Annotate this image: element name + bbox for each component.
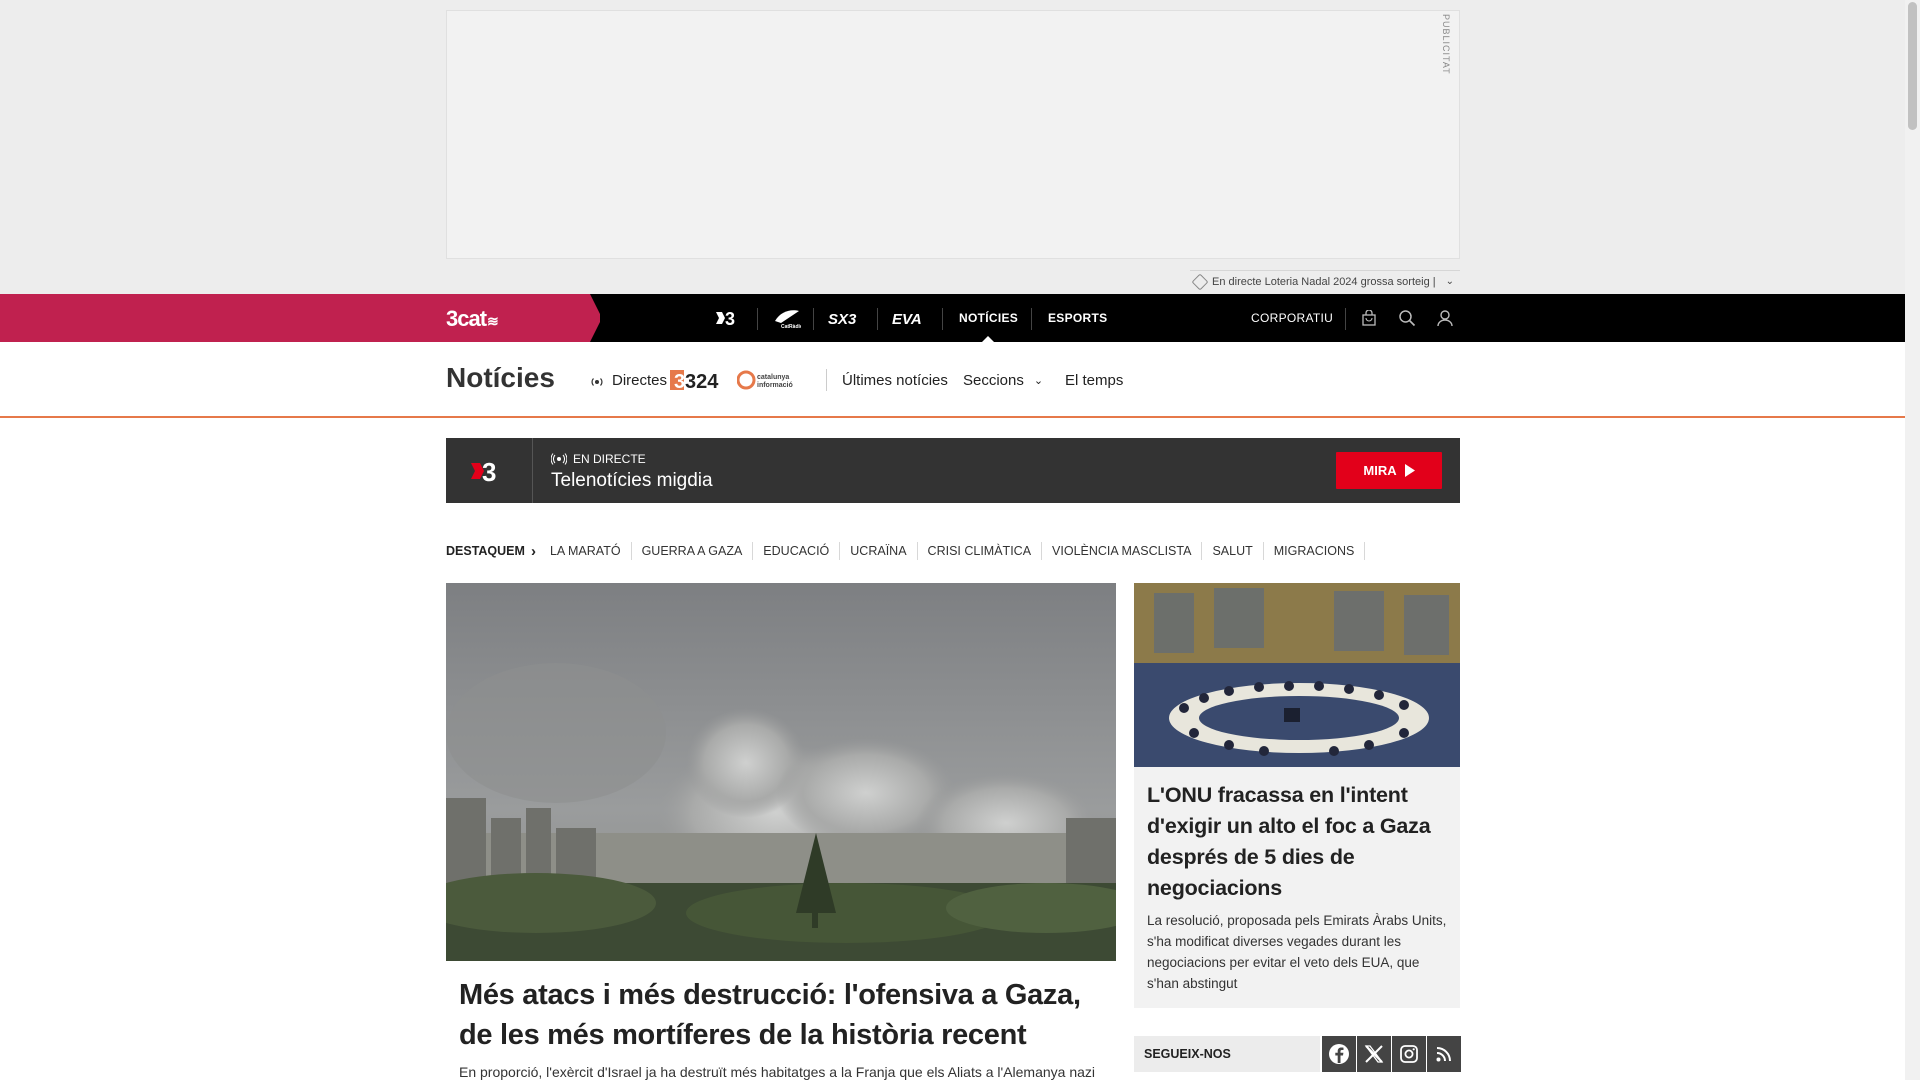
mira-button[interactable]: MIRA xyxy=(1336,452,1442,489)
topic-la-marato[interactable]: LA MARATÓ xyxy=(540,542,632,560)
svg-text:3: 3 xyxy=(725,309,735,328)
side-story-card[interactable]: L'ONU fracassa en l'intent d'exigir un a… xyxy=(1134,583,1460,1008)
side-story-image[interactable] xyxy=(1134,583,1460,767)
nav-corporatiu[interactable]: CORPORATIU xyxy=(1251,294,1333,342)
nav-divider xyxy=(813,308,814,330)
section-header: Notícies Directes 3 324 catalunya inform… xyxy=(0,342,1905,418)
destaquem-label: DESTAQUEM xyxy=(446,544,525,558)
svg-text:3: 3 xyxy=(674,371,685,392)
rss-icon[interactable] xyxy=(1427,1036,1461,1072)
catalunya-informacio-logo[interactable]: catalunya informació xyxy=(737,369,807,391)
ad-slot[interactable] xyxy=(446,10,1460,259)
main-story-title[interactable]: Més atacs i més destrucció: l'ofensiva a… xyxy=(459,975,1099,1055)
nav-esports[interactable]: ESPORTS xyxy=(1048,294,1107,342)
topic-migracions[interactable]: MIGRACIONS xyxy=(1264,542,1366,560)
live-broadcast-icon xyxy=(591,378,603,386)
advertisement-area: PUBLICITAT En directe Loteria Nadal 2024… xyxy=(0,0,1905,294)
topic-educacio[interactable]: EDUCACIÓ xyxy=(753,542,841,560)
side-story-lead: La resolució, proposada pels Emirats Àra… xyxy=(1147,913,1447,991)
nav-divider xyxy=(877,308,878,330)
brand-name: 3cat xyxy=(446,306,487,331)
ad-label: PUBLICITAT xyxy=(1441,14,1451,75)
324-logo[interactable]: 3 324 xyxy=(670,368,722,392)
324-logo-text: 324 xyxy=(685,371,719,392)
shopping-bag-icon[interactable] xyxy=(1358,307,1380,329)
seccions-dropdown[interactable]: Seccions ⌄ xyxy=(963,372,1043,389)
live-program-title[interactable]: Telenotícies migdia xyxy=(551,470,713,492)
nav-divider xyxy=(942,308,943,330)
catradio-logo[interactable]: CatRàdio xyxy=(770,294,804,342)
ultimes-noticies-link[interactable]: Últimes notícies xyxy=(842,372,948,389)
svg-text:SX3: SX3 xyxy=(828,311,857,327)
channel-3-logo: 3 xyxy=(446,438,533,503)
svg-text:CatRàdio: CatRàdio xyxy=(781,324,801,329)
user-icon[interactable] xyxy=(1434,307,1456,329)
eva-icon: EVA xyxy=(892,311,922,327)
svg-text:informació: informació xyxy=(757,382,793,389)
tag-icon xyxy=(1191,273,1209,290)
topic-ucraina[interactable]: UCRAÏNA xyxy=(840,542,918,560)
chevron-down-icon[interactable]: ⌄ xyxy=(1446,276,1454,287)
catradio-icon: CatRàdio xyxy=(775,310,801,329)
brand-wave-icon: ≋ xyxy=(487,313,499,329)
destaquem-topics-bar: DESTAQUEM › LA MARATÓ GUERRA A GAZA EDUC… xyxy=(446,542,1366,560)
play-icon xyxy=(1404,464,1415,477)
main-story-lead: En proporció, l'exèrcit d'Israel ja ha d… xyxy=(459,1064,1096,1080)
live-tag-text: EN DIRECTE xyxy=(573,452,646,466)
eva-logo[interactable]: EVA xyxy=(890,294,930,342)
svg-text:3: 3 xyxy=(482,457,496,485)
side-story-title[interactable]: L'ONU fracassa en l'intent d'exigir un a… xyxy=(1147,780,1447,904)
page-scrollbar[interactable] xyxy=(1905,0,1920,1080)
ticker-text[interactable]: En directe Loteria Nadal 2024 grossa sor… xyxy=(1212,276,1436,288)
section-title[interactable]: Notícies xyxy=(446,362,555,394)
main-story-image[interactable] xyxy=(446,583,1116,961)
topic-guerra-a-gaza[interactable]: GUERRA A GAZA xyxy=(632,542,754,560)
sx3-logo[interactable]: SX3 xyxy=(826,294,866,342)
3cat-logo[interactable]: 3cat≋ xyxy=(446,306,499,332)
sx3-icon: SX3 xyxy=(828,311,857,327)
follow-us-label: SEGUEIX-NOS xyxy=(1134,1036,1320,1072)
nav-noticies[interactable]: NOTÍCIES xyxy=(959,294,1018,342)
nav-divider xyxy=(757,308,758,330)
3-channel-icon: 3 xyxy=(471,457,496,485)
live-broadcast-banner[interactable]: 3 EN DIRECTE Telenotícies migdia MIRA xyxy=(446,438,1460,503)
facebook-icon[interactable] xyxy=(1322,1036,1356,1072)
subnav-divider xyxy=(826,369,827,391)
brand-band xyxy=(0,294,600,342)
seccions-label: Seccions xyxy=(963,372,1024,389)
svg-text:catalunya: catalunya xyxy=(757,374,789,381)
channel-3-logo[interactable]: 3 xyxy=(712,294,746,342)
instagram-icon[interactable] xyxy=(1392,1036,1426,1072)
topic-salut[interactable]: SALUT xyxy=(1202,542,1264,560)
search-icon[interactable] xyxy=(1396,307,1418,329)
live-ticker[interactable]: En directe Loteria Nadal 2024 grossa sor… xyxy=(1190,270,1460,292)
mira-label: MIRA xyxy=(1363,463,1397,478)
chevron-down-icon: ⌄ xyxy=(1033,375,1044,387)
destaquem-heading: DESTAQUEM › xyxy=(446,543,536,560)
topic-crisi-climatica[interactable]: CRISI CLIMÀTICA xyxy=(918,542,1043,560)
x-icon[interactable] xyxy=(1357,1036,1391,1072)
3-channel-icon: 3 xyxy=(716,309,735,328)
el-temps-link[interactable]: El temps xyxy=(1065,372,1123,389)
chevron-right-icon: › xyxy=(530,542,536,560)
nav-divider xyxy=(1345,308,1346,330)
scrollbar-thumb[interactable] xyxy=(1908,2,1917,130)
live-broadcast-icon xyxy=(551,453,567,465)
live-tag: EN DIRECTE xyxy=(551,452,646,466)
topic-violencia-masclista[interactable]: VIOLÈNCIA MASCLISTA xyxy=(1042,542,1203,560)
directes-link[interactable]: Directes xyxy=(612,372,667,389)
follow-us-bar: SEGUEIX-NOS xyxy=(1134,1036,1461,1072)
top-navigation-bar: 3cat≋ 3 CatRàdio SX3 EVA NOTÍCIES ESPORT… xyxy=(0,294,1905,343)
svg-text:EVA: EVA xyxy=(892,311,922,327)
nav-divider xyxy=(1031,308,1032,330)
